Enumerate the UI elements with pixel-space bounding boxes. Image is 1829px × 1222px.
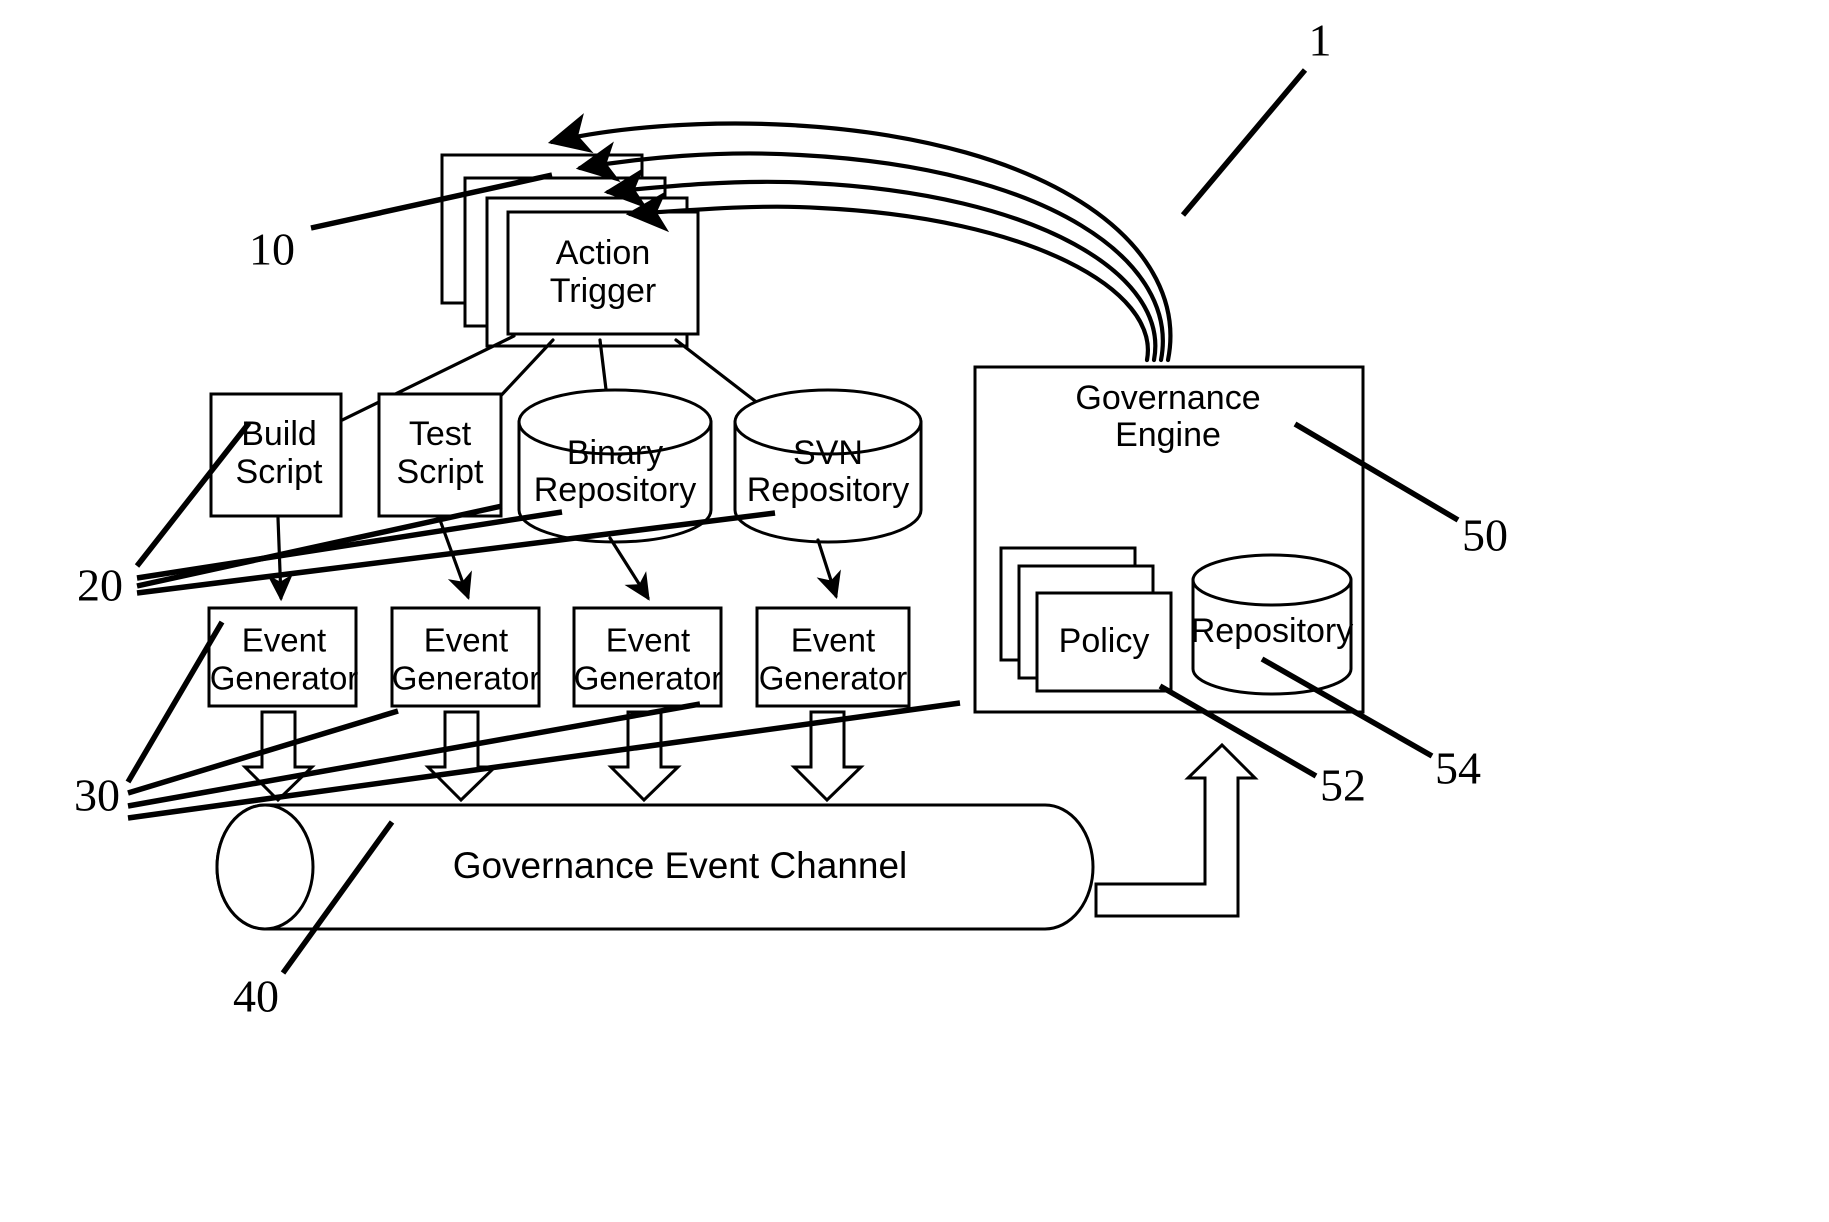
reference-numeral-40: 40 bbox=[233, 971, 279, 1022]
binary-repository-label-line1: Binary bbox=[567, 434, 663, 472]
leader-20-d bbox=[136, 503, 503, 589]
governance-engine-label-line2: Engine bbox=[1115, 416, 1221, 454]
figure-canvas: Action Trigger Build Script Test Script … bbox=[0, 0, 1829, 1222]
event-generator-1-label-line1: Event bbox=[242, 622, 326, 659]
binary-repository-label-line2: Repository bbox=[534, 471, 697, 509]
action-trigger-label-line2: Trigger bbox=[550, 272, 656, 310]
event-generator-1-label-line2: Generator bbox=[210, 660, 359, 697]
reference-numeral-20: 20 bbox=[77, 560, 123, 611]
event-generator-3-label-line1: Event bbox=[606, 622, 690, 659]
engine-repository-node[interactable]: Repository bbox=[1191, 553, 1354, 696]
reference-numeral-52: 52 bbox=[1320, 760, 1366, 811]
reference-numeral-30: 30 bbox=[74, 770, 120, 821]
build-script-label-line2: Script bbox=[236, 453, 323, 491]
governance-event-channel-label: Governance Event Channel bbox=[453, 845, 908, 886]
event-generator-2-label-line1: Event bbox=[424, 622, 508, 659]
reference-numeral-50: 50 bbox=[1462, 510, 1508, 561]
svn-repository-label-line1: SVN bbox=[793, 434, 863, 472]
svn-repository-node[interactable]: SVN Repository bbox=[733, 388, 923, 544]
leader-20-c bbox=[136, 510, 776, 596]
test-script-label-line1: Test bbox=[409, 415, 472, 453]
governance-engine-label-line1: Governance bbox=[1075, 379, 1260, 417]
action-trigger-label-line1: Action bbox=[556, 234, 651, 272]
binary-repository-node[interactable]: Binary Repository bbox=[517, 388, 713, 544]
test-script-node[interactable]: Test Script bbox=[377, 392, 503, 518]
governance-event-channel-node[interactable]: Governance Event Channel bbox=[215, 803, 1095, 931]
event-generator-node-2[interactable]: Event Generator bbox=[390, 606, 541, 708]
event-generator-node-1[interactable]: Event Generator bbox=[207, 606, 359, 708]
event-generator-node-4[interactable]: Event Generator bbox=[755, 606, 911, 708]
build-script-label-line1: Build bbox=[241, 415, 317, 453]
patent-diagram: Action Trigger Build Script Test Script … bbox=[74, 15, 1508, 1022]
leader-30-c bbox=[127, 701, 701, 809]
reference-numeral-1: 1 bbox=[1309, 15, 1332, 66]
event-generator-node-3[interactable]: Event Generator bbox=[572, 606, 723, 708]
engine-repository-label: Repository bbox=[1191, 612, 1354, 650]
reference-numeral-54: 54 bbox=[1435, 743, 1481, 794]
event-generator-4-label-line1: Event bbox=[791, 622, 875, 659]
test-script-label-line2: Script bbox=[397, 453, 484, 491]
channel-to-engine-block-arrow bbox=[1094, 742, 1259, 918]
event-generator-2-label-line2: Generator bbox=[392, 660, 541, 697]
event-generator-4-label-line2: Generator bbox=[759, 660, 908, 697]
svn-repository-label-line2: Repository bbox=[747, 471, 910, 509]
action-trigger-node[interactable]: Action Trigger bbox=[506, 210, 700, 336]
reference-numeral-10: 10 bbox=[249, 224, 295, 275]
leader-1 bbox=[1180, 68, 1308, 217]
policy-node[interactable]: Policy bbox=[1035, 591, 1173, 693]
event-generator-3-label-line2: Generator bbox=[574, 660, 723, 697]
policy-label: Policy bbox=[1059, 622, 1150, 660]
build-script-node[interactable]: Build Script bbox=[209, 392, 343, 518]
